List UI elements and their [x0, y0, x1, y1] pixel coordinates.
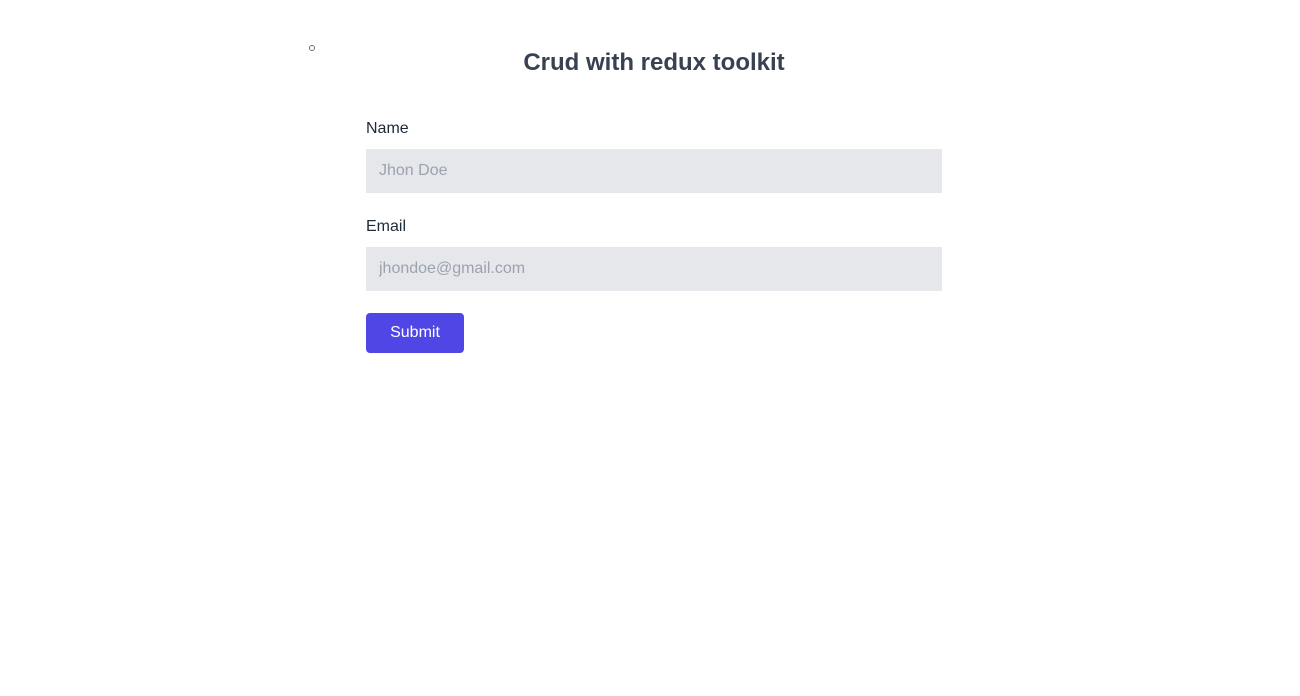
email-field-group: Email	[366, 215, 942, 291]
name-label: Name	[366, 120, 409, 137]
name-input[interactable]	[366, 149, 942, 193]
email-input[interactable]	[366, 247, 942, 291]
submit-button[interactable]: Submit	[366, 313, 464, 353]
page-title: Crud with redux toolkit	[523, 49, 785, 76]
email-label: Email	[366, 218, 407, 235]
name-field-group: Name	[366, 117, 942, 193]
user-form: Name Email Submit	[366, 117, 942, 353]
